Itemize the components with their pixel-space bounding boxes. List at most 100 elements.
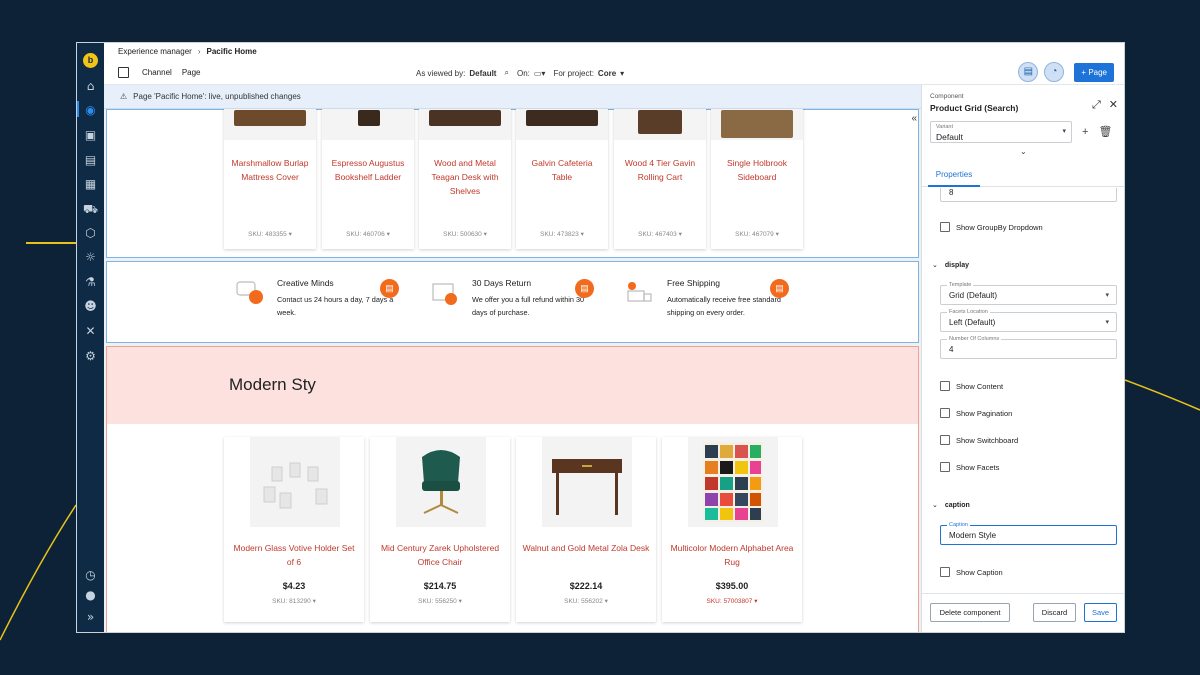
product-name[interactable]: Galvin Cafeteria Table [522, 156, 602, 184]
flask-icon[interactable]: ⚗ [83, 275, 98, 290]
experience-icon[interactable]: ◉ [83, 103, 98, 118]
lightbulb-icon[interactable]: ☼ [83, 250, 98, 265]
logo-icon[interactable]: b [83, 53, 98, 68]
checkbox-label: Show Switchboard [956, 435, 1019, 445]
cart-icon[interactable]: ⛟ [83, 202, 98, 217]
facets-location-select[interactable]: Facets Location Left (Default) ▾ [940, 309, 1117, 332]
checkbox-box[interactable] [940, 381, 950, 391]
chevron-down-icon[interactable]: ▾ [620, 69, 624, 78]
number-of-columns-input[interactable]: Number Of Columns 4 [940, 336, 1117, 359]
document-badge-icon[interactable]: ▤ [575, 279, 594, 298]
variant-select[interactable]: Variant Default ▾ [930, 121, 1072, 143]
project-label: For project: [553, 68, 594, 78]
partial-field[interactable]: 8 [940, 188, 1117, 202]
document-badge-icon[interactable]: ▤ [380, 279, 399, 298]
field-value: Modern Style [949, 531, 997, 540]
delete-component-button[interactable]: Delete component [930, 603, 1010, 622]
close-icon[interactable]: ✕ [1109, 99, 1118, 111]
field-value: Grid (Default) [949, 291, 998, 300]
breadcrumb-root[interactable]: Experience manager [118, 47, 192, 56]
document-badge-icon[interactable]: ▤ [770, 279, 789, 298]
checkbox-box[interactable] [940, 222, 950, 232]
properties-list[interactable]: 8 Show GroupBy Dropdown ⌄ display Templat… [922, 188, 1124, 593]
assets-icon[interactable]: ▣ [83, 128, 98, 143]
add-page-button[interactable]: + Page [1074, 62, 1114, 82]
search-icon[interactable]: ⌕ [504, 68, 508, 78]
product-name[interactable]: Marshmallow Burlap Mattress Cover [230, 156, 310, 184]
features-section[interactable]: Creative Minds Contact us 24 hours a day… [106, 261, 919, 343]
product-carousel-section[interactable]: Marshmallow Burlap Mattress Cover SKU: 4… [106, 109, 919, 258]
product-card[interactable]: Wood and Metal Teagan Desk with Shelves … [419, 109, 511, 249]
product-card[interactable]: Wood 4 Tier Gavin Rolling Cart SKU: 4674… [614, 109, 706, 249]
feature-item: Free Shipping Automatically receive free… [625, 276, 795, 326]
delete-variant-icon[interactable]: 🗑 [1098, 126, 1112, 138]
show-pagination-checkbox[interactable]: Show Pagination [940, 408, 1012, 418]
cube-icon[interactable]: ⬡ [83, 226, 98, 241]
gauge-icon[interactable]: ◔ [1044, 62, 1065, 82]
product-name[interactable]: Espresso Augustus Bookshelf Ladder [328, 156, 408, 184]
product-name[interactable]: Mid Century Zarek Upholstered Office Cha… [376, 541, 504, 569]
document-icon[interactable]: ▤ [83, 153, 98, 168]
product-card[interactable]: Mid Century Zarek Upholstered Office Cha… [370, 437, 510, 622]
expand-icon[interactable]: ⤢ [1092, 99, 1101, 111]
product-card[interactable]: Marshmallow Burlap Mattress Cover SKU: 4… [224, 109, 316, 249]
product-image [614, 109, 706, 140]
show-content-checkbox[interactable]: Show Content [940, 381, 1003, 391]
product-name[interactable]: Wood and Metal Teagan Desk with Shelves [425, 156, 505, 198]
group-caption-header[interactable]: ⌄ caption [932, 501, 970, 509]
panel-toggle-icon[interactable] [118, 67, 129, 78]
chevron-down-icon: ▾ [1105, 292, 1109, 299]
product-name[interactable]: Modern Glass Votive Holder Set of 6 [230, 541, 358, 569]
product-card[interactable]: Walnut and Gold Metal Zola Desk $222.14 … [516, 437, 656, 622]
checkbox-box[interactable] [940, 408, 950, 418]
chevron-down-icon[interactable]: ⌄ [1020, 147, 1027, 156]
product-card[interactable]: Single Holbrook Sideboard SKU: 467079 ▾ [711, 109, 803, 249]
show-caption-checkbox[interactable]: Show Caption [940, 567, 1003, 577]
show-groupby-checkbox[interactable]: Show GroupBy Dropdown [940, 222, 1043, 232]
product-image [542, 437, 632, 527]
product-name[interactable]: Wood 4 Tier Gavin Rolling Cart [620, 156, 700, 184]
feature-title: Free Shipping [667, 278, 720, 288]
product-name[interactable]: Multicolor Modern Alphabet Area Rug [668, 541, 796, 569]
product-grid-section[interactable]: Modern Sty Modern Glass Votive Holder Se… [106, 346, 919, 632]
show-switchboard-checkbox[interactable]: Show Switchboard [940, 435, 1018, 445]
caption-input[interactable]: Caption Modern Style [940, 522, 1117, 545]
product-name[interactable]: Single Holbrook Sideboard [717, 156, 797, 184]
chevron-down-icon: ▾ [1105, 319, 1109, 326]
tools-icon[interactable]: ✕ [83, 324, 98, 339]
group-display-header[interactable]: ⌄ display [932, 261, 969, 269]
viewed-by-value[interactable]: Default [469, 69, 496, 78]
product-card[interactable]: Galvin Cafeteria Table SKU: 473823 ▾ [516, 109, 608, 249]
discard-button[interactable]: Discard [1033, 603, 1076, 622]
show-facets-checkbox[interactable]: Show Facets [940, 462, 999, 472]
project-value[interactable]: Core [598, 69, 616, 78]
template-select[interactable]: Template Grid (Default) ▾ [940, 282, 1117, 305]
field-label: Facets Location [947, 309, 990, 315]
page-link[interactable]: Page [182, 68, 201, 77]
save-button[interactable]: Save [1084, 603, 1117, 622]
collapse-panel-icon[interactable]: « [911, 113, 917, 124]
add-page-label: Page [1088, 67, 1107, 77]
product-price: $222.14 [569, 581, 603, 591]
view-options: As viewed by: Default ⌕ On: ▭▾ For proje… [416, 68, 624, 78]
product-price: $214.75 [423, 581, 457, 591]
layout-icon[interactable]: ▤ [1018, 62, 1039, 82]
pages-icon[interactable]: ▦ [83, 177, 98, 192]
history-icon[interactable]: ◷ [83, 568, 98, 583]
users-icon[interactable]: ☻ [83, 299, 98, 314]
tab-properties[interactable]: Properties [928, 163, 980, 187]
channel-link[interactable]: Channel [142, 68, 172, 77]
product-name[interactable]: Walnut and Gold Metal Zola Desk [522, 541, 650, 555]
checkbox-box[interactable] [940, 435, 950, 445]
expand-rail-icon[interactable]: » [83, 610, 98, 625]
product-card[interactable]: Multicolor Modern Alphabet Area Rug $395… [662, 437, 802, 622]
product-card[interactable]: Espresso Augustus Bookshelf Ladder SKU: … [322, 109, 414, 249]
product-card[interactable]: Modern Glass Votive Holder Set of 6 $4.2… [224, 437, 364, 622]
user-icon[interactable]: ● [83, 588, 98, 603]
device-icon[interactable]: ▭▾ [534, 69, 546, 78]
checkbox-box[interactable] [940, 462, 950, 472]
add-variant-icon[interactable]: + [1082, 126, 1088, 138]
settings-icon[interactable]: ⚙ [83, 349, 98, 364]
home-icon[interactable]: ⌂ [83, 79, 98, 94]
checkbox-box[interactable] [940, 567, 950, 577]
